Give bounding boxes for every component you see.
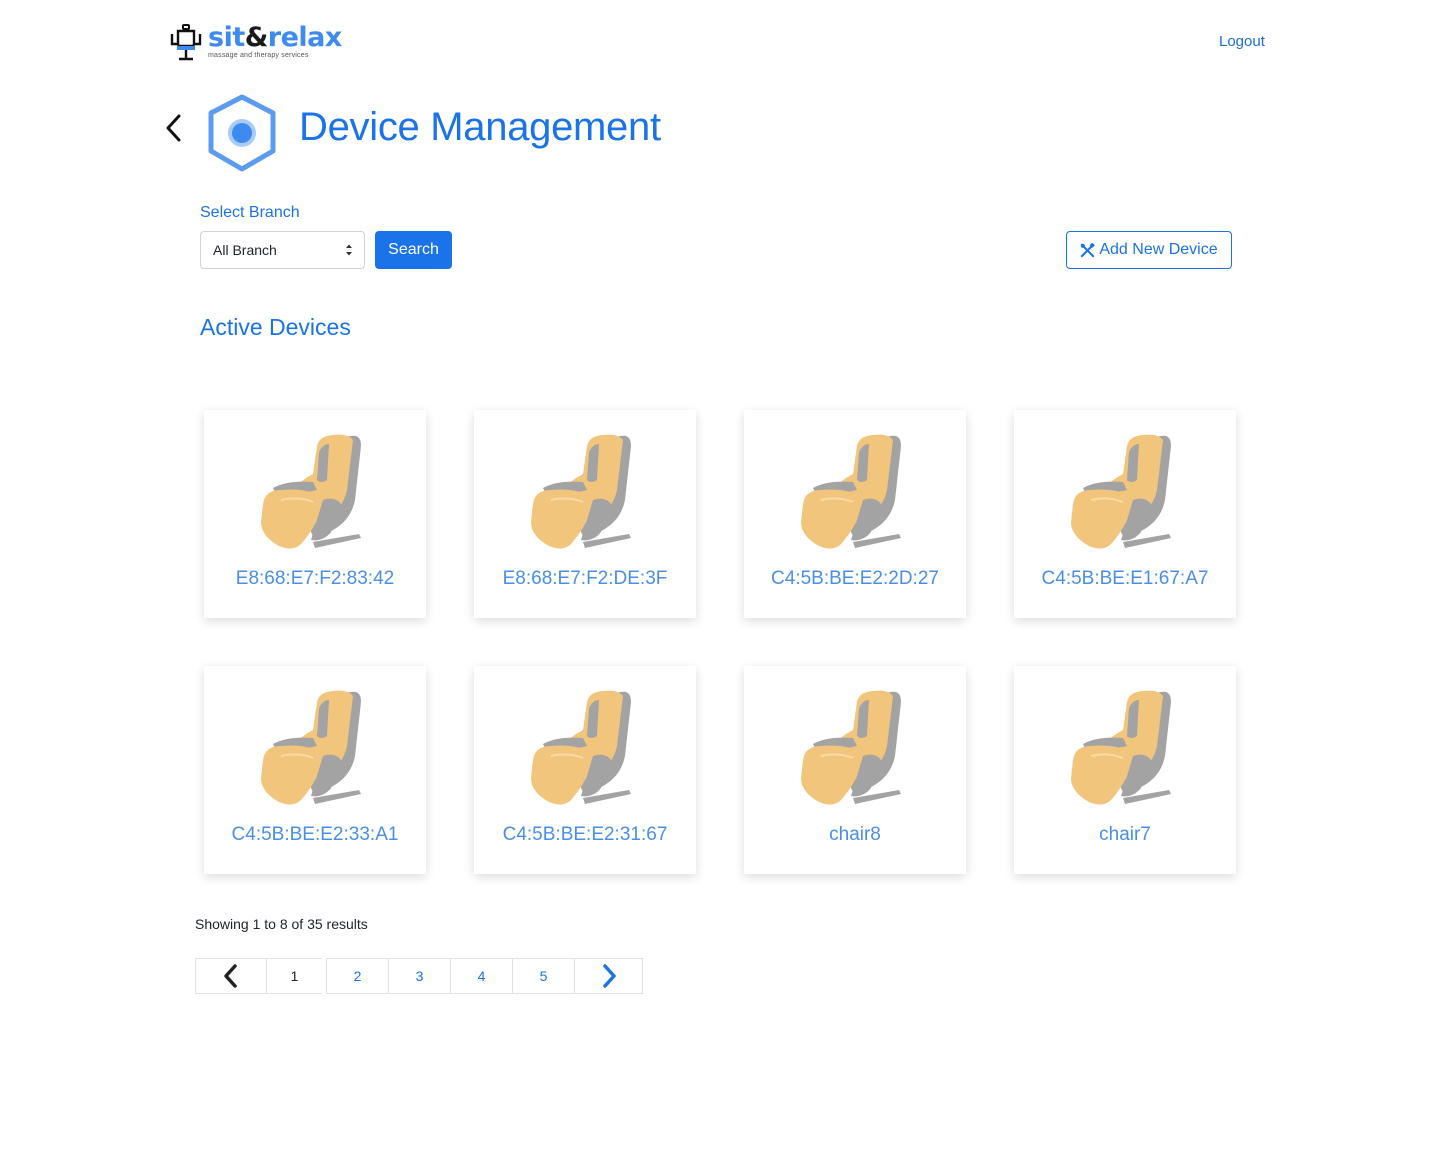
page-title: Device Management — [299, 105, 661, 149]
branch-select[interactable]: All Branch — [200, 231, 365, 269]
device-hexagon-icon — [208, 94, 276, 172]
branch-select-label: Select Branch — [200, 204, 300, 221]
pagination-prev-button[interactable] — [195, 958, 267, 994]
add-new-device-button[interactable]: Add New Device — [1066, 231, 1232, 269]
massage-chair-icon — [531, 434, 631, 549]
pagination-page-current[interactable]: 1 — [266, 958, 323, 994]
massage-chair-icon — [801, 434, 901, 549]
device-name: C4:5B:BE:E1:67:A7 — [1041, 568, 1209, 589]
massage-chair-icon — [261, 434, 361, 549]
massage-chair-icon — [261, 690, 361, 805]
massage-chair-logo-icon — [170, 24, 202, 61]
branch-select-value: All Branch — [213, 242, 277, 258]
select-caret-icon — [346, 244, 352, 256]
results-summary: Showing 1 to 8 of 35 results — [195, 916, 368, 932]
pagination-next-button[interactable] — [574, 958, 643, 994]
device-card[interactable]: C4:5B:BE:E1:67:A7 — [1014, 410, 1236, 618]
device-name: chair7 — [1099, 824, 1151, 845]
device-name: C4:5B:BE:E2:2D:27 — [771, 568, 939, 589]
device-card[interactable]: chair7 — [1014, 666, 1236, 874]
device-name: E8:68:E7:F2:83:42 — [235, 568, 395, 589]
chevron-right-icon — [602, 964, 616, 988]
logout-link[interactable]: Logout — [1219, 33, 1265, 50]
device-name: E8:68:E7:F2:DE:3F — [502, 568, 668, 589]
brand-logo[interactable]: sit&relax massage and therapy services — [170, 24, 342, 62]
brand-tagline: massage and therapy services — [208, 52, 309, 59]
brand-name: sit&relax — [208, 22, 342, 53]
device-card[interactable]: C4:5B:BE:E2:2D:27 — [744, 410, 966, 618]
pagination-page-link[interactable]: 2 — [326, 958, 389, 994]
device-name: C4:5B:BE:E2:31:67 — [502, 824, 668, 845]
massage-chair-icon — [1071, 690, 1171, 805]
massage-chair-icon — [1071, 434, 1171, 549]
device-name: C4:5B:BE:E2:33:A1 — [231, 824, 399, 845]
chevron-left-icon — [224, 964, 237, 988]
device-card[interactable]: E8:68:E7:F2:83:42 — [204, 410, 426, 618]
device-card[interactable]: E8:68:E7:F2:DE:3F — [474, 410, 696, 618]
pagination-page-link[interactable]: 5 — [512, 958, 575, 994]
active-devices-heading: Active Devices — [200, 314, 351, 340]
search-button[interactable]: Search — [375, 231, 452, 269]
massage-chair-icon — [801, 690, 901, 805]
device-card[interactable]: C4:5B:BE:E2:31:67 — [474, 666, 696, 874]
massage-chair-icon — [531, 690, 631, 805]
device-grid: E8:68:E7:F2:83:42 E8:68:E7:F2:DE:3F C4:5… — [204, 410, 1236, 874]
pagination-page-link[interactable]: 3 — [388, 958, 451, 994]
tools-icon — [1081, 242, 1096, 257]
add-new-device-label: Add New Device — [1099, 241, 1218, 258]
device-card[interactable]: C4:5B:BE:E2:33:A1 — [204, 666, 426, 874]
device-card[interactable]: chair8 — [744, 666, 966, 874]
pagination-page-link[interactable]: 4 — [450, 958, 513, 994]
back-arrow-icon[interactable] — [160, 110, 188, 146]
pagination: 1 2345 — [195, 958, 643, 994]
device-name: chair8 — [829, 824, 881, 845]
